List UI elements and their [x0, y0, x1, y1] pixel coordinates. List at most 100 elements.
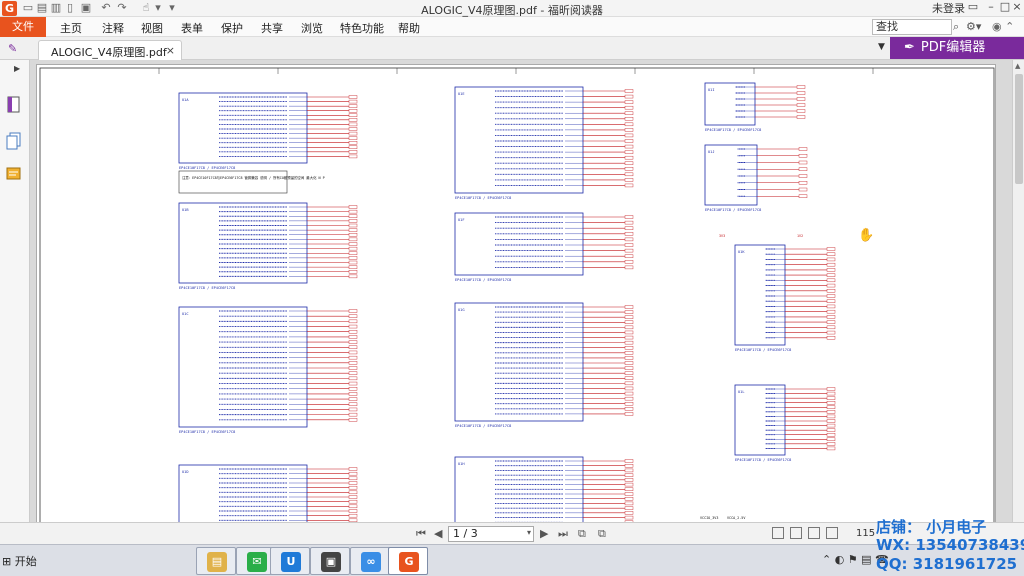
menu-browse[interactable]: 浏览	[301, 20, 323, 36]
facing-view-icon[interactable]	[808, 527, 820, 539]
net-label-flag	[348, 471, 358, 476]
net-label-flag	[624, 183, 634, 188]
previous-view-icon[interactable]: ⧉	[578, 527, 586, 541]
net-label-flag	[348, 265, 358, 269]
search-icon[interactable]: ⌕	[953, 20, 959, 34]
print-preview-icon[interactable]: ▣	[80, 2, 92, 14]
net-label-flag	[796, 85, 806, 89]
shop-watermark: 店铺： 小月电子 WX: 13540738439 QQ: 3181961725	[868, 514, 1024, 576]
taskbar-app-5[interactable]: ∞	[350, 547, 390, 575]
net-label-flag	[624, 226, 634, 230]
net-label-flag	[624, 506, 634, 510]
next-view-icon[interactable]: ⧉	[598, 527, 606, 541]
schematic-component: U1E EP4CE10F17C8 / EP4CE6F17C8	[454, 86, 634, 200]
close-tab-icon[interactable]: ×	[166, 44, 175, 57]
redo-icon[interactable]: ↷	[116, 2, 128, 14]
taskbar-foxit-reader[interactable]: G	[388, 547, 428, 575]
scrollbar-thumb[interactable]	[1015, 74, 1023, 184]
net-label-flag	[348, 330, 358, 334]
net-label-flag	[624, 396, 634, 401]
undo-icon[interactable]: ↶	[100, 2, 112, 14]
scroll-up-icon[interactable]: ▲	[1015, 62, 1020, 70]
component-part-number: EP4CE10F17C8 / EP4CE6F17C8	[455, 424, 511, 428]
search-input[interactable]: 查找	[872, 19, 952, 35]
document-viewport[interactable]: U1A EP4CE10F17C8 / EP4CE6F17C8 U1B EP4CE10F…	[30, 60, 1012, 522]
net-label-flag	[826, 294, 836, 298]
close-icon[interactable]: ×	[1010, 0, 1024, 14]
layers-icon[interactable]	[6, 132, 22, 150]
open-folder-icon[interactable]: ▭	[22, 2, 34, 14]
net-label-flag	[348, 109, 358, 113]
menu-comment[interactable]: 注释	[102, 20, 124, 36]
taskbar-app-3[interactable]: U	[270, 547, 310, 575]
restore-icon[interactable]: ▭	[966, 0, 980, 14]
previous-page-icon[interactable]: ◀	[434, 527, 442, 540]
watermark-qq: QQ: 3181961725	[876, 555, 1018, 573]
dropdown-arrow-icon[interactable]: ▾	[152, 2, 164, 14]
net-label-flag	[796, 115, 806, 119]
net-label-flag	[624, 105, 634, 110]
continuous-view-icon[interactable]	[790, 527, 802, 539]
first-page-icon[interactable]: ⏮	[416, 527, 426, 541]
gear-icon[interactable]: ⚙▾	[966, 20, 981, 33]
menu-form[interactable]: 表单	[181, 20, 203, 36]
net-label-flag	[798, 154, 808, 158]
page-thumbnail-icon[interactable]	[6, 96, 22, 114]
menu-featured[interactable]: 特色功能	[340, 20, 384, 36]
wechat-icon: ✉	[247, 552, 267, 572]
single-page-view-icon[interactable]	[772, 527, 784, 539]
save-icon[interactable]: ▤	[36, 2, 48, 14]
next-page-icon[interactable]: ▶	[540, 527, 548, 540]
tab-list-dropdown-icon[interactable]: ▼	[878, 42, 885, 52]
net-label-flag	[624, 386, 634, 391]
start-button[interactable]: ⊞ 开始	[2, 553, 37, 569]
component-ref: U1H	[458, 462, 465, 466]
menu-help[interactable]: 帮助	[398, 20, 420, 36]
new-doc-icon[interactable]: ▯	[64, 2, 76, 14]
net-label-flag	[624, 340, 634, 345]
pdf-editor-icon: ✒	[904, 40, 915, 55]
net-label-flag	[348, 485, 358, 490]
net-label-flag	[348, 371, 358, 375]
pen-sign-icon[interactable]: ✎	[8, 42, 20, 55]
component-ref: U1I	[708, 88, 715, 92]
net-label-flag	[826, 304, 836, 309]
net-label-flag	[624, 237, 634, 242]
net-label-flag	[826, 401, 836, 405]
document-tab[interactable]: ALOGIC_V4原理图.pdf ×	[38, 40, 182, 60]
net-label-flag	[348, 154, 358, 159]
minimize-icon[interactable]: –	[984, 0, 998, 14]
net-label-flag	[624, 178, 634, 182]
login-button[interactable]: 未登录	[928, 0, 969, 15]
taskbar-explorer[interactable]: ▤	[196, 547, 236, 575]
net-label-flag	[348, 127, 358, 131]
customize-toolbar-icon[interactable]: ▾	[166, 2, 178, 14]
net-label-flag	[624, 402, 634, 406]
net-label-flag	[624, 487, 634, 491]
net-label-flag	[348, 150, 358, 154]
ribbon-collapse-icon[interactable]: ◉ ⌃	[992, 20, 1014, 33]
menu-view[interactable]: 视图	[141, 20, 163, 36]
menu-protect[interactable]: 保护	[221, 20, 243, 36]
net-label-flag	[348, 309, 358, 313]
menu-file[interactable]: 文件	[0, 17, 46, 37]
net-label-flag	[348, 145, 358, 149]
component-ref: U1F	[458, 218, 465, 222]
vertical-scrollbar[interactable]: ▲	[1012, 60, 1024, 522]
continuous-facing-view-icon[interactable]	[826, 527, 838, 539]
comments-icon[interactable]	[6, 166, 22, 184]
page-number-input[interactable]: 1 / 3	[448, 526, 534, 542]
net-label-flag	[796, 109, 806, 113]
hand-tool-icon[interactable]: ☝	[140, 2, 152, 14]
page-dropdown-icon[interactable]: ▾	[527, 528, 531, 537]
net-label-flag	[826, 428, 836, 432]
last-page-icon[interactable]: ⏭	[558, 527, 568, 541]
print-icon[interactable]: ▥	[50, 2, 62, 14]
menu-home[interactable]: 主页	[60, 20, 82, 36]
taskbar-app-4[interactable]: ▣	[310, 547, 350, 575]
net-label-flag	[826, 278, 836, 283]
menu-share[interactable]: 共享	[261, 20, 283, 36]
app-logo-icon[interactable]: G	[2, 1, 17, 16]
expand-panel-icon[interactable]: ▶	[14, 64, 20, 73]
pdf-editor-button[interactable]: ✒ PDF编辑器	[890, 37, 1024, 59]
